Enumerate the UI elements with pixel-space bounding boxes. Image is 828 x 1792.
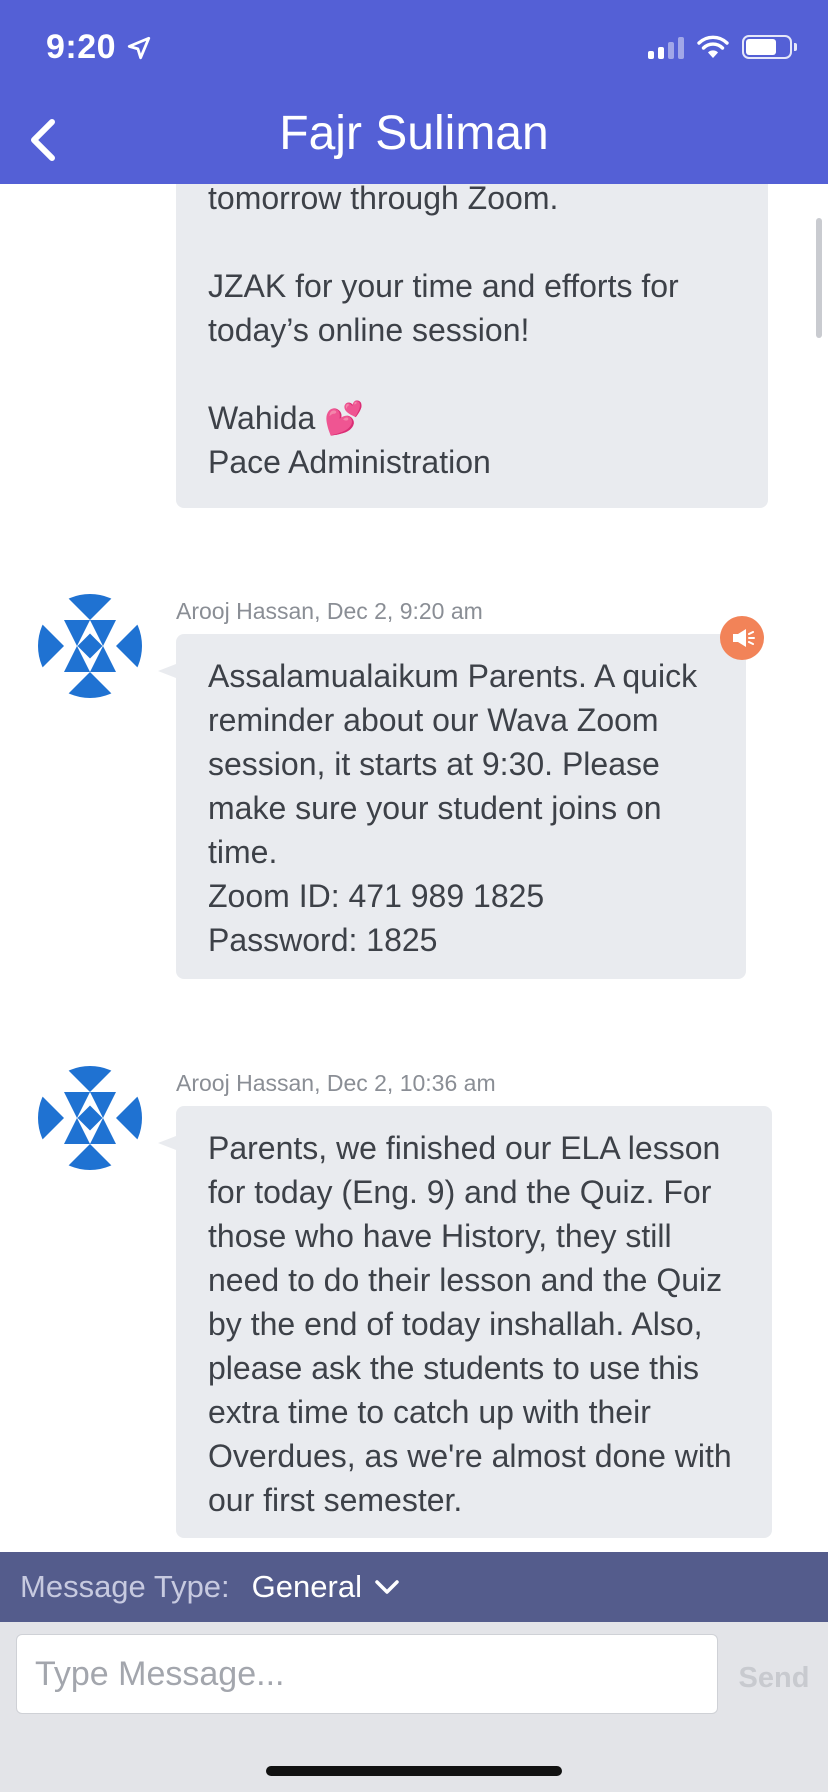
message-type-bar: Message Type: General xyxy=(0,1552,828,1622)
message-text: tomorrow through Zoom. JZAK for your tim… xyxy=(208,184,679,480)
status-time-text: 9:20 xyxy=(46,28,117,66)
home-indicator xyxy=(266,1766,562,1776)
announcement-badge xyxy=(720,616,764,660)
battery-icon xyxy=(742,35,797,59)
message-type-label: Message Type: xyxy=(20,1569,230,1604)
message-list[interactable]: tomorrow through Zoom. JZAK for your tim… xyxy=(0,184,828,1552)
sender-avatar[interactable] xyxy=(38,1066,142,1170)
conversation-title: Fajr Suliman xyxy=(279,107,549,160)
scrollbar[interactable] xyxy=(816,218,822,338)
wifi-icon xyxy=(697,35,729,58)
message-meta: Arooj Hassan, Dec 2, 9:20 am xyxy=(176,598,483,624)
location-arrow-icon xyxy=(127,36,151,59)
status-icons xyxy=(648,34,797,60)
cellular-signal-icon xyxy=(648,35,684,59)
chevron-down-icon xyxy=(375,1580,399,1594)
message-bubble: Parents, we finished our ELA lesson for … xyxy=(158,1106,772,1538)
message-meta: Arooj Hassan, Dec 2, 10:36 am xyxy=(176,1070,496,1096)
megaphone-icon xyxy=(733,629,755,647)
message-bubble: tomorrow through Zoom. JZAK for your tim… xyxy=(176,184,768,508)
message-type-dropdown[interactable]: General xyxy=(252,1569,400,1605)
header-bar: 9:20 Fajr Suliman xyxy=(0,0,828,184)
sender-avatar[interactable] xyxy=(38,594,142,698)
message-bubble: Assalamualaikum Parents. A quick reminde… xyxy=(158,634,746,979)
message-text: Parents, we finished our ELA lesson for … xyxy=(208,1130,732,1518)
message-text: Assalamualaikum Parents. A quick reminde… xyxy=(208,658,698,958)
status-bar-time: 9:20 xyxy=(46,28,152,67)
message-type-value: General xyxy=(251,1569,362,1604)
message-input[interactable] xyxy=(16,1634,718,1714)
send-button[interactable]: Send xyxy=(734,1662,814,1695)
